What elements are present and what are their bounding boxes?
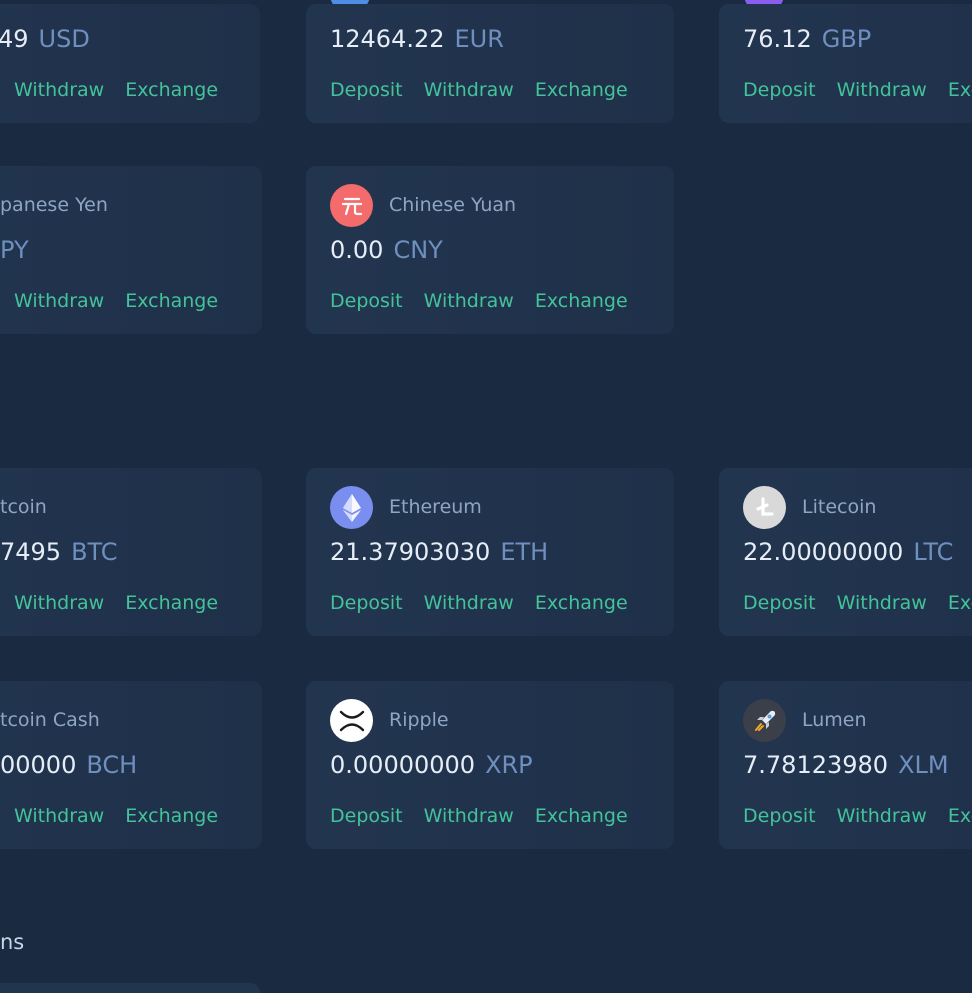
balance-amount: 12464.22 — [330, 25, 445, 53]
deposit-button[interactable]: Deposit — [743, 805, 816, 827]
wallet-actions: Deposit Withdraw Exchange — [330, 592, 649, 614]
wallet-actions: Withdraw Exchange — [14, 79, 239, 101]
wallet-actions: Withdraw Exchange — [14, 805, 239, 827]
rocket-icon — [743, 699, 786, 742]
wallet-actions: Withdraw Exchange — [14, 290, 239, 312]
deposit-button[interactable]: Deposit — [330, 290, 403, 312]
currency-code: XRP — [485, 751, 533, 779]
section-heading: ns — [0, 930, 25, 954]
balance: PY — [0, 236, 29, 264]
withdraw-button[interactable]: Withdraw — [14, 79, 104, 101]
wallet-card-usd: 49 USD Withdraw Exchange — [0, 4, 260, 123]
withdraw-button[interactable]: Withdraw — [14, 290, 104, 312]
currency-code: LTC — [913, 538, 954, 566]
exchange-button[interactable]: Exchange — [948, 805, 972, 827]
exchange-button[interactable]: Exchange — [125, 79, 218, 101]
wallet-dashboard: 49 USD Withdraw Exchange 12464.22 EUR Depos… — [0, 0, 972, 993]
wallet-card-xrp: Ripple 0.00000000 XRP Deposit Withdraw Exch… — [306, 681, 674, 849]
ethereum-icon — [330, 486, 373, 529]
balance: 7495 BTC — [0, 538, 118, 566]
balance: 21.37903030 ETH — [330, 538, 548, 566]
balance: 7.78123980 XLM — [743, 751, 949, 779]
exchange-button[interactable]: Exchange — [125, 290, 218, 312]
deposit-button[interactable]: Deposit — [330, 592, 403, 614]
exchange-button[interactable]: Exchange — [535, 805, 628, 827]
wallet-actions: Deposit Withdraw Exchange — [743, 805, 972, 827]
wallet-actions: Deposit Withdraw Exchange — [330, 805, 649, 827]
wallet-card-eth: Ethereum 21.37903030 ETH Deposit Withdraw E… — [306, 468, 674, 636]
exchange-button[interactable]: Exchange — [535, 592, 628, 614]
exchange-button[interactable]: Exchange — [535, 79, 628, 101]
balance: 12464.22 EUR — [330, 25, 504, 53]
yuan-icon — [330, 184, 373, 227]
deposit-button[interactable]: Deposit — [743, 592, 816, 614]
exchange-button[interactable]: Exchange — [125, 805, 218, 827]
withdraw-button[interactable]: Withdraw — [14, 805, 104, 827]
wallet-actions: Deposit Withdraw Exchange — [743, 79, 972, 101]
wallet-card-ltc: Litecoin 22.00000000 LTC Deposit Withdraw E… — [719, 468, 972, 636]
currency-name: Lumen — [802, 709, 867, 731]
withdraw-button[interactable]: Withdraw — [837, 79, 927, 101]
deposit-button[interactable]: Deposit — [330, 805, 403, 827]
withdraw-button[interactable]: Withdraw — [14, 592, 104, 614]
currency-code: BCH — [86, 751, 138, 779]
balance: 49 USD — [0, 25, 90, 53]
withdraw-button[interactable]: Withdraw — [424, 592, 514, 614]
currency-name: Ripple — [389, 709, 449, 731]
withdraw-button[interactable]: Withdraw — [424, 290, 514, 312]
exchange-button[interactable]: Exchange — [125, 592, 218, 614]
wallet-actions: Deposit Withdraw Exchange — [743, 592, 972, 614]
balance-amount: 22.00000000 — [743, 538, 904, 566]
balance: 22.00000000 LTC — [743, 538, 953, 566]
currency-code: ETH — [500, 538, 549, 566]
currency-name: Ethereum — [389, 496, 482, 518]
balance-amount: 00000 — [0, 751, 77, 779]
withdraw-button[interactable]: Withdraw — [424, 79, 514, 101]
balance-amount: 76.12 — [743, 25, 812, 53]
ripple-icon — [330, 699, 373, 742]
deposit-button[interactable]: Deposit — [743, 79, 816, 101]
currency-code: GBP — [821, 25, 872, 53]
balance-amount: 0.00 — [330, 236, 384, 264]
litecoin-icon — [743, 486, 786, 529]
wallet-card-gbp: 76.12 GBP Deposit Withdraw Exchange — [719, 4, 972, 123]
exchange-button[interactable]: Exchange — [948, 592, 972, 614]
balance-amount: 0.00000000 — [330, 751, 476, 779]
currency-code: PY — [0, 236, 29, 264]
balance: 76.12 GBP — [743, 25, 871, 53]
currency-code: XLM — [898, 751, 949, 779]
wallet-actions: Deposit Withdraw Exchange — [330, 79, 649, 101]
exchange-button[interactable]: Exchange — [535, 290, 628, 312]
balance-amount: 7495 — [0, 538, 62, 566]
wallet-card-eur: 12464.22 EUR Deposit Withdraw Exchange — [306, 4, 674, 123]
wallet-card-xlm: Lumen 7.78123980 XLM Deposit Withdraw Excha… — [719, 681, 972, 849]
wallet-card-cny: Chinese Yuan 0.00 CNY Deposit Withdraw Exch… — [306, 166, 674, 334]
balance-amount: 7.78123980 — [743, 751, 889, 779]
withdraw-button[interactable]: Withdraw — [837, 592, 927, 614]
deposit-button[interactable]: Deposit — [330, 79, 403, 101]
currency-name: Litecoin — [802, 496, 877, 518]
wallet-card-bch: tcoin Cash 00000 BCH Withdraw Exchange — [0, 681, 262, 849]
balance: 00000 BCH — [0, 751, 137, 779]
balance-amount: 21.37903030 — [330, 538, 491, 566]
currency-code: BTC — [71, 538, 118, 566]
wallet-card-btc: tcoin 7495 BTC Withdraw Exchange — [0, 468, 262, 636]
currency-name: tcoin — [0, 496, 47, 518]
bottom-card — [0, 983, 260, 993]
currency-code: CNY — [393, 236, 443, 264]
wallet-card-jpy: panese Yen PY Withdraw Exchange — [0, 166, 262, 334]
currency-name: panese Yen — [0, 194, 108, 216]
exchange-button[interactable]: Exchange — [948, 79, 972, 101]
withdraw-button[interactable]: Withdraw — [837, 805, 927, 827]
currency-code: USD — [38, 25, 90, 53]
wallet-actions: Withdraw Exchange — [14, 592, 239, 614]
currency-code: EUR — [454, 25, 504, 53]
withdraw-button[interactable]: Withdraw — [424, 805, 514, 827]
currency-name: tcoin Cash — [0, 709, 100, 731]
currency-name: Chinese Yuan — [389, 194, 517, 216]
balance: 0.00000000 XRP — [330, 751, 533, 779]
balance-amount: 49 — [0, 25, 29, 53]
balance: 0.00 CNY — [330, 236, 443, 264]
wallet-actions: Deposit Withdraw Exchange — [330, 290, 649, 312]
